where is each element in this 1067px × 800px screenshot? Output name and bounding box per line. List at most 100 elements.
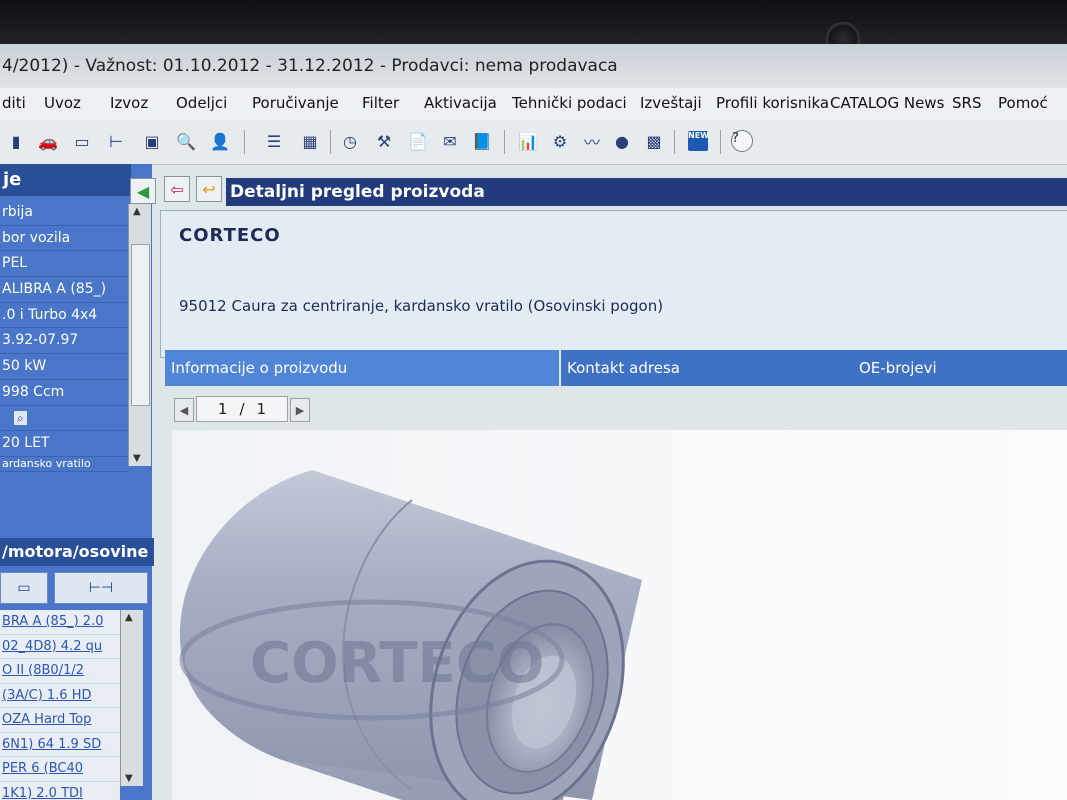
list-item[interactable]: ardansko vratilo [0,457,128,472]
pager-next-icon[interactable]: ▶ [290,398,310,422]
list-item[interactable]: BRA A (85_) 2.0 [0,610,120,635]
mail-icon[interactable]: ✉ [438,130,462,152]
list-item[interactable]: 1K1) 2.0 TDI [0,781,120,800]
cart-icon[interactable]: ▦ [298,130,322,152]
filter-buttons: ▭ ⊢⊣ [0,572,152,604]
left-panel-header: je [0,164,131,196]
screen: 4/2012) - Važnost: 01.10.2012 - 31.12.20… [0,44,1067,800]
list-item[interactable]: (3A/C) 1.6 HD [0,683,120,708]
scroll-down-icon[interactable]: ▼ [125,773,133,784]
list-icon[interactable]: ☰ [262,130,286,152]
list-item-icon-row[interactable]: ⌕ [0,406,128,432]
scroll-thumb[interactable] [131,244,150,406]
left-panel: je rbija bor vozila PEL ALIBRA A (85_) .… [0,164,154,800]
list-item[interactable]: 3.92-07.97 [0,328,128,355]
menu-filter[interactable]: Filter [362,94,399,112]
search-icon[interactable]: 🔍 [174,130,198,152]
truck-icon[interactable]: ▣ [140,130,164,152]
menu-profili-korisnika[interactable]: Profili korisnika [716,94,829,112]
vehicle-list: BRA A (85_) 2.0 02_4D8) 4.2 qu O II (8B0… [0,610,120,800]
toolbar-separator [720,130,721,154]
pager-current: 1 [217,400,228,418]
product-image: CORTECO [172,430,1067,800]
book-icon[interactable]: 📄 [406,130,430,152]
scroll-up-icon[interactable]: ▲ [133,206,141,217]
product-info-box: CORTECO 95012 Caura za centriranje, kard… [160,210,1067,358]
engine-filter-button[interactable]: ▭ [0,572,48,604]
question-mark-icon: ? [731,130,753,152]
car-search-icon[interactable]: 🚗 [36,130,60,152]
list-item[interactable]: 998 Ccm [0,380,128,406]
list-item[interactable]: 50 kW [0,354,128,380]
monitor-bezel [0,0,1067,56]
menu-izvestaji[interactable]: Izveštaji [640,94,702,112]
new-badge-icon: NEW [688,131,709,151]
axle-icon[interactable]: ⊢ [104,130,128,152]
menu-uredi[interactable]: diti [2,94,26,112]
manual-icon[interactable]: 📘 [470,130,494,152]
list-item[interactable]: PEL [0,251,128,278]
news-icon[interactable]: NEW [686,130,710,152]
menu-pomoc[interactable]: Pomoć [998,94,1048,112]
graph-icon[interactable]: 〰 [580,130,604,152]
list-item[interactable]: 6N1) 64 1.9 SD [0,732,120,757]
toolbar-separator [244,130,245,154]
menu-uvoz[interactable]: Uvoz [44,94,81,112]
brand-name: CORTECO [179,225,281,246]
pager-total: 1 [256,400,267,418]
vehicle-details-list: rbija bor vozila PEL ALIBRA A (85_) .0 i… [0,200,128,472]
image-watermark: CORTECO [250,631,544,696]
list-item[interactable]: rbija [0,200,128,226]
user-search-icon[interactable]: 👤 [208,130,232,152]
pager-separator: / [239,400,245,418]
list-item[interactable]: OZA Hard Top [0,708,120,733]
page-title: Detaljni pregled proizvoda [226,178,1067,206]
tab-bar: Informacije o proizvodu Kontakt adresa O… [165,350,1067,388]
left-panel-scrollbar[interactable]: ▲ ▼ [128,204,151,466]
toolbar-separator [504,130,505,154]
menu-odeljci[interactable]: Odeljci [176,94,227,112]
tab-oe-brojevi[interactable]: OE-brojevi [853,350,1067,386]
toolbar-separator [674,130,675,154]
section-title: /motora/osovine [0,538,154,566]
tools-icon[interactable]: ⚒ [372,130,396,152]
scroll-up-icon[interactable]: ▲ [125,612,133,623]
diagnostics-icon[interactable]: ⚙ [548,130,572,152]
list-item[interactable]: ALIBRA A (85_) [0,277,128,303]
list-item[interactable]: PER 6 (BC40 [0,757,120,782]
chart-icon[interactable]: 📊 [516,130,540,152]
product-description: 95012 Caura za centriranje, kardansko vr… [179,297,664,315]
return-arrow-icon[interactable]: ↩ [196,176,222,202]
pager-prev-icon[interactable]: ◀ [174,398,194,422]
scroll-down-icon[interactable]: ▼ [133,453,141,464]
toolbar-separator [330,130,331,154]
image-pager: ◀ 1 / 1 ▶ [174,396,314,422]
menu-aktivacija[interactable]: Aktivacija [424,94,497,112]
list-item[interactable]: .0 i Turbo 4x4 [0,303,128,329]
menu-catalog-news[interactable]: CATALOG News [830,94,944,112]
bushing-illustration: CORTECO [179,470,642,800]
collapse-panel-icon[interactable]: ◀ [130,178,156,204]
vehicle-icon[interactable]: ▮ [4,130,28,152]
menu-tehnicki-podaci[interactable]: Tehnički podaci [512,94,627,112]
list-item[interactable]: bor vozila [0,226,128,252]
menu-izvoz[interactable]: Izvoz [110,94,148,112]
toolbar: ▮ 🚗 ▭ ⊢ ▣ 🔍 👤 ☰ ▦ ◷ ⚒ 📄 ✉ 📘 📊 ⚙ 〰 ● ▩ NE… [0,120,1067,165]
tab-kontakt-adresa[interactable]: Kontakt adresa [561,350,855,386]
axle-filter-button[interactable]: ⊢⊣ [54,572,148,604]
pattern-icon[interactable]: ▩ [642,130,666,152]
menu-bar: diti Uvoz Izvoz Odeljci Poručivanje Filt… [0,88,1067,120]
back-arrow-icon[interactable]: ⇦ [164,176,190,202]
help-icon[interactable]: ? [730,130,754,152]
list-item[interactable]: O II (8B0/1/2 [0,659,120,684]
clock-icon[interactable]: ◷ [338,130,362,152]
globe-icon[interactable]: ● [610,130,634,152]
search-small-icon: ⌕ [14,410,27,425]
menu-porucivanje[interactable]: Poručivanje [252,94,339,112]
vehicle-list-scrollbar[interactable]: ▲ ▼ [120,610,143,786]
list-item[interactable]: 02_4D8) 4.2 qu [0,634,120,659]
list-item[interactable]: 20 LET [0,431,128,457]
engine-icon[interactable]: ▭ [70,130,94,152]
tab-informacije-o-proizvodu[interactable]: Informacije o proizvodu [165,350,561,386]
menu-srs[interactable]: SRS [952,94,981,112]
